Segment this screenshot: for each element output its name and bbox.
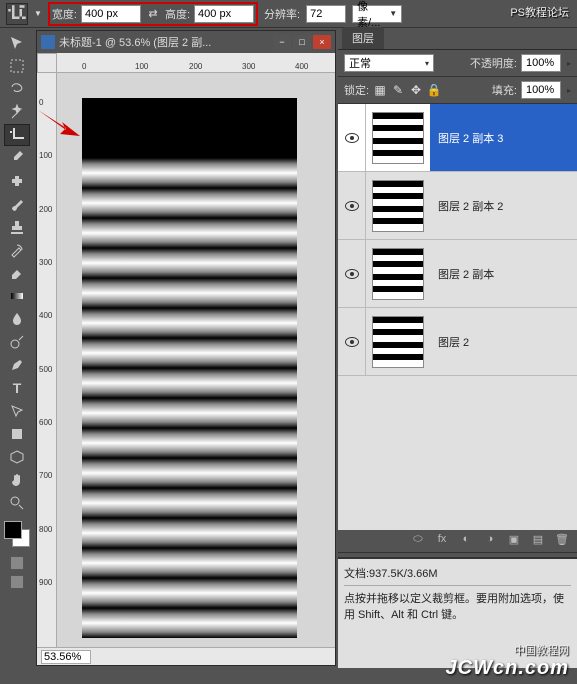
layer-item[interactable]: 图层 2 xyxy=(338,308,577,376)
height-label: 高度: xyxy=(165,6,190,22)
blur-tool[interactable] xyxy=(4,308,30,330)
annotation-arrow xyxy=(36,108,80,141)
link-layers-icon[interactable]: ⬭ xyxy=(409,533,427,549)
resolution-units-select[interactable]: 像素/...▼ xyxy=(352,5,402,23)
watermark-bottom: JCWcn.com xyxy=(446,657,569,680)
layer-name[interactable]: 图层 2 xyxy=(430,308,577,375)
wand-tool[interactable] xyxy=(4,101,30,123)
stamp-tool[interactable] xyxy=(4,216,30,238)
canvas[interactable] xyxy=(82,98,297,628)
zoom-input[interactable] xyxy=(41,650,91,664)
layers-list[interactable]: 图层 2 副本 3 图层 2 副本 2 图层 2 副本 xyxy=(338,104,577,530)
swap-dimensions-icon[interactable]: ⇄ xyxy=(145,6,161,22)
document-statusbar xyxy=(37,647,335,665)
visibility-icon[interactable] xyxy=(345,133,359,143)
dimension-highlight: 宽度: ⇄ 高度: xyxy=(48,2,258,26)
dropdown-icon[interactable]: ▼ xyxy=(34,9,42,18)
fill-input[interactable]: 100% xyxy=(521,81,561,99)
document-titlebar[interactable]: 未标题-1 @ 53.6% (图层 2 副... − □ × xyxy=(37,31,335,53)
lock-position-icon[interactable]: ✥ xyxy=(409,83,423,97)
lock-pixels-icon[interactable]: ✎ xyxy=(391,83,405,97)
dodge-tool[interactable] xyxy=(4,331,30,353)
layer-thumbnail[interactable] xyxy=(372,180,424,232)
opacity-label: 不透明度: xyxy=(470,55,517,71)
toolbox: T xyxy=(0,28,34,668)
canvas-area[interactable] xyxy=(57,73,335,647)
layer-buttons: ⬭ fx ◐ ◑ ▣ ▤ 🗑 xyxy=(338,530,577,552)
hint-text: 点按并拖移以定义裁剪框。要用附加选项，使用 Shift、Alt 和 Ctrl 键… xyxy=(344,590,571,622)
layer-thumbnail[interactable] xyxy=(372,316,424,368)
layer-item[interactable]: 图层 2 副本 2 xyxy=(338,172,577,240)
document-window: 未标题-1 @ 53.6% (图层 2 副... − □ × 0 100 200… xyxy=(36,30,336,666)
layer-name[interactable]: 图层 2 副本 xyxy=(430,240,577,307)
shape-tool[interactable] xyxy=(4,423,30,445)
visibility-icon[interactable] xyxy=(345,269,359,279)
height-input[interactable] xyxy=(194,5,254,23)
hand-tool[interactable] xyxy=(4,469,30,491)
lock-transparent-icon[interactable]: ▦ xyxy=(373,83,387,97)
move-tool[interactable] xyxy=(4,32,30,54)
doc-size-text: 文档:937.5K/3.66M xyxy=(344,565,571,581)
layer-item[interactable]: 图层 2 副本 xyxy=(338,240,577,308)
layer-name[interactable]: 图层 2 副本 2 xyxy=(430,172,577,239)
chevron-right-icon[interactable]: ▸ xyxy=(567,86,571,95)
adjustment-layer-icon[interactable]: ◑ xyxy=(481,533,499,549)
width-label: 宽度: xyxy=(52,6,77,22)
fill-label: 填充: xyxy=(492,82,517,98)
blend-mode-select[interactable]: 正常▾ xyxy=(344,54,434,72)
layer-item[interactable]: 图层 2 副本 3 xyxy=(338,104,577,172)
maximize-button[interactable]: □ xyxy=(293,35,311,49)
width-input[interactable] xyxy=(81,5,141,23)
opacity-input[interactable]: 100% xyxy=(521,54,561,72)
foreground-color[interactable] xyxy=(4,521,22,539)
crop-tool-icon[interactable] xyxy=(6,3,28,25)
resolution-input[interactable] xyxy=(306,5,346,23)
zoom-tool[interactable] xyxy=(4,492,30,514)
layer-style-icon[interactable]: fx xyxy=(433,533,451,549)
layers-panel: 图层 正常▾ 不透明度: 100% ▸ 锁定: ▦ ✎ ✥ 🔒 填充: xyxy=(338,28,577,668)
layer-thumbnail[interactable] xyxy=(372,248,424,300)
watermark-top: PS教程论坛 xyxy=(510,4,569,20)
tab-layers[interactable]: 图层 xyxy=(342,27,384,49)
layer-mask-icon[interactable]: ◐ xyxy=(457,533,475,549)
layer-thumbnail[interactable] xyxy=(372,112,424,164)
lasso-tool[interactable] xyxy=(4,78,30,100)
history-brush-tool[interactable] xyxy=(4,239,30,261)
document-title: 未标题-1 @ 53.6% (图层 2 副... xyxy=(59,34,273,50)
crop-tool[interactable] xyxy=(4,124,30,146)
minimize-button[interactable]: − xyxy=(273,35,291,49)
visibility-icon[interactable] xyxy=(345,337,359,347)
watermark-mid: 中国教程网 xyxy=(514,642,569,658)
options-bar: ▼ 宽度: ⇄ 高度: 分辨率: 像素/...▼ xyxy=(0,0,577,28)
ps-icon xyxy=(41,35,55,49)
eyedropper-tool[interactable] xyxy=(4,147,30,169)
marquee-tool[interactable] xyxy=(4,55,30,77)
path-tool[interactable] xyxy=(4,400,30,422)
brush-tool[interactable] xyxy=(4,193,30,215)
pen-tool[interactable] xyxy=(4,354,30,376)
3d-tool[interactable] xyxy=(4,446,30,468)
visibility-icon[interactable] xyxy=(345,201,359,211)
lock-all-icon[interactable]: 🔒 xyxy=(427,83,441,97)
eraser-tool[interactable] xyxy=(4,262,30,284)
ruler-corner xyxy=(37,53,57,73)
layer-group-icon[interactable]: ▣ xyxy=(505,533,523,549)
vertical-ruler[interactable]: 0 100 200 300 400 500 600 700 800 900 xyxy=(37,73,57,647)
quickmask-icon[interactable] xyxy=(10,556,24,570)
new-layer-icon[interactable]: ▤ xyxy=(529,533,547,549)
delete-layer-icon[interactable]: 🗑 xyxy=(553,533,571,549)
chevron-right-icon[interactable]: ▸ xyxy=(567,59,571,68)
close-button[interactable]: × xyxy=(313,35,331,49)
horizontal-ruler[interactable]: 0 100 200 300 400 xyxy=(57,53,335,73)
screenmode-icon[interactable] xyxy=(10,575,24,589)
healing-tool[interactable] xyxy=(4,170,30,192)
layer-name[interactable]: 图层 2 副本 3 xyxy=(430,104,577,171)
stripe-content xyxy=(82,158,297,628)
gradient-tool[interactable] xyxy=(4,285,30,307)
lock-label: 锁定: xyxy=(344,82,369,98)
type-tool[interactable]: T xyxy=(4,377,30,399)
color-swatches[interactable] xyxy=(2,521,32,551)
resolution-label: 分辨率: xyxy=(264,6,300,22)
